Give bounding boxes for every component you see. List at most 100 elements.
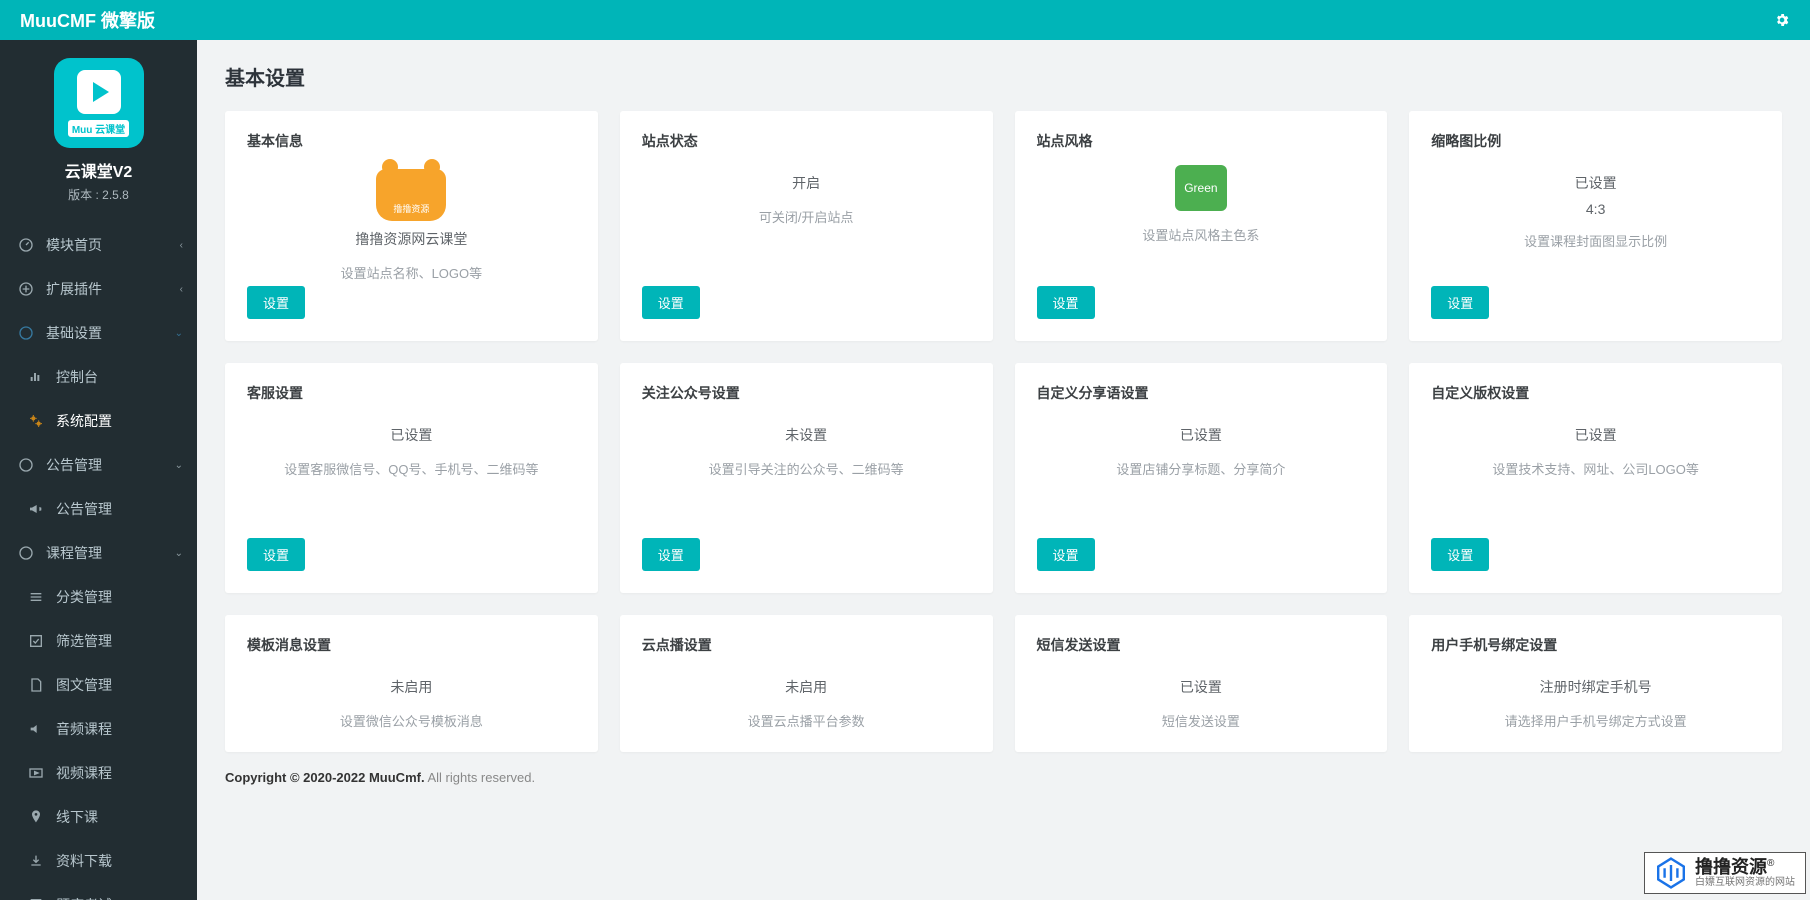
map-pin-icon <box>28 809 44 825</box>
gear-icon[interactable] <box>1774 12 1790 28</box>
app-version: 版本 : 2.5.8 <box>10 186 187 203</box>
dashboard-icon <box>18 237 34 253</box>
chevron-left-icon: ‹ <box>180 284 183 295</box>
circle-icon <box>18 545 34 561</box>
nav-cat-mgr[interactable]: 分类管理 <box>0 575 197 619</box>
brand: MuuCMF 微擎版 <box>20 7 155 33</box>
settings-button[interactable]: 设置 <box>247 286 305 319</box>
nav-notice-mgr-2[interactable]: 公告管理 <box>0 487 197 531</box>
card-title: 站点状态 <box>642 131 971 151</box>
topbar: MuuCMF 微擎版 <box>0 0 1810 40</box>
nav-audio-course[interactable]: 音频课程 <box>0 707 197 751</box>
play-icon <box>77 70 121 114</box>
content: 基本设置 基本信息 撸撸资源 撸撸资源网云课堂 设置站点名称、LOGO等 设置 … <box>197 40 1810 900</box>
footer-copy: Copyright © 2020-2022 MuuCmf. <box>225 770 425 785</box>
settings-button[interactable]: 设置 <box>642 286 700 319</box>
card-line: 未设置 <box>785 425 827 445</box>
chevron-down-icon: ⌄ <box>175 548 183 559</box>
card-line: 已设置 <box>1575 173 1617 193</box>
card-desc: 设置云点播平台参数 <box>748 711 865 730</box>
chevron-left-icon: ‹ <box>180 240 183 251</box>
card-line2: 4:3 <box>1586 201 1605 217</box>
nav-offline[interactable]: 线下课 <box>0 795 197 839</box>
card-line: 开启 <box>792 173 820 193</box>
card-line: 已设置 <box>1575 425 1617 445</box>
sidebar: Muu 云课堂 云课堂V2 版本 : 2.5.8 模块首页‹ 扩展插件‹ 基础设… <box>0 40 197 900</box>
footer-rights: All rights reserved. <box>425 770 536 785</box>
registered-icon: ® <box>1767 858 1774 869</box>
file-icon <box>28 677 44 693</box>
card-desc: 短信发送设置 <box>1162 711 1240 730</box>
nav-module-home[interactable]: 模块首页‹ <box>0 223 197 267</box>
logo-text: Muu 云课堂 <box>68 120 129 137</box>
app-logo: Muu 云课堂 <box>54 58 144 148</box>
chart-icon <box>28 369 44 385</box>
volume-icon <box>28 721 44 737</box>
nav-imgtext-mgr[interactable]: 图文管理 <box>0 663 197 707</box>
card-line: 未启用 <box>390 677 432 697</box>
check-icon <box>28 633 44 649</box>
nav: 模块首页‹ 扩展插件‹ 基础设置⌄ 控制台 系统配置 公告管理⌄ 公告管理 课程… <box>0 223 197 900</box>
card-site-style: 站点风格 Green 设置站点风格主色系 设置 <box>1015 111 1388 341</box>
nav-filter-mgr[interactable]: 筛选管理 <box>0 619 197 663</box>
nav-download[interactable]: 资料下载 <box>0 839 197 883</box>
card-desc: 设置技术支持、网址、公司LOGO等 <box>1492 459 1699 478</box>
settings-button[interactable]: 设置 <box>1431 538 1489 571</box>
bullhorn-icon <box>28 501 44 517</box>
video-icon <box>28 765 44 781</box>
card-support: 客服设置 已设置 设置客服微信号、QQ号、手机号、二维码等 设置 <box>225 363 598 593</box>
chevron-down-icon: ⌄ <box>175 328 183 339</box>
card-thumb-ratio: 缩略图比例 已设置 4:3 设置课程封面图显示比例 设置 <box>1409 111 1782 341</box>
nav-ext-plugin[interactable]: 扩展插件‹ <box>0 267 197 311</box>
card-vod: 云点播设置 未启用 设置云点播平台参数 <box>620 615 993 752</box>
card-title: 云点播设置 <box>642 635 971 655</box>
list-icon <box>28 589 44 605</box>
card-title: 用户手机号绑定设置 <box>1431 635 1760 655</box>
nav-notice-mgr[interactable]: 公告管理⌄ <box>0 443 197 487</box>
card-line: 已设置 <box>1180 425 1222 445</box>
card-title: 缩略图比例 <box>1431 131 1760 151</box>
card-site-status: 站点状态 开启 可关闭/开启站点 设置 <box>620 111 993 341</box>
card-basic-info: 基本信息 撸撸资源 撸撸资源网云课堂 设置站点名称、LOGO等 设置 <box>225 111 598 341</box>
nav-course-mgr[interactable]: 课程管理⌄ <box>0 531 197 575</box>
card-desc: 设置站点风格主色系 <box>1142 225 1259 244</box>
watermark: 撸撸资源 ® 白嫖互联网资源的网站 <box>1644 852 1806 894</box>
chevron-down-icon: ⌄ <box>175 460 183 471</box>
color-swatch: Green <box>1175 165 1227 211</box>
settings-button[interactable]: 设置 <box>642 538 700 571</box>
card-desc: 设置微信公众号模板消息 <box>340 711 483 730</box>
card-desc: 请选择用户手机号绑定方式设置 <box>1505 711 1687 730</box>
watermark-logo-icon <box>1655 857 1687 889</box>
card-line: 已设置 <box>1180 677 1222 697</box>
card-desc: 设置站点名称、LOGO等 <box>341 263 483 282</box>
nav-sys-config[interactable]: 系统配置 <box>0 399 197 443</box>
download-icon <box>28 853 44 869</box>
nav-exam[interactable]: 题库考试 <box>0 883 197 900</box>
card-title: 客服设置 <box>247 383 576 403</box>
card-mp: 关注公众号设置 未设置 设置引导关注的公众号、二维码等 设置 <box>620 363 993 593</box>
card-desc: 设置客服微信号、QQ号、手机号、二维码等 <box>284 459 538 478</box>
card-line: 注册时绑定手机号 <box>1540 677 1652 697</box>
card-line: 未启用 <box>785 677 827 697</box>
card-desc: 可关闭/开启站点 <box>759 207 854 226</box>
watermark-main: 撸撸资源 <box>1695 858 1767 878</box>
settings-button[interactable]: 设置 <box>1037 538 1095 571</box>
card-line: 已设置 <box>390 425 432 445</box>
nav-base-setting[interactable]: 基础设置⌄ <box>0 311 197 355</box>
settings-button[interactable]: 设置 <box>1037 286 1095 319</box>
card-title: 关注公众号设置 <box>642 383 971 403</box>
cogs-icon <box>28 413 44 429</box>
card-line: 撸撸资源网云课堂 <box>355 229 467 249</box>
settings-button[interactable]: 设置 <box>1431 286 1489 319</box>
nav-video-course[interactable]: 视频课程 <box>0 751 197 795</box>
card-desc: 设置引导关注的公众号、二维码等 <box>709 459 904 478</box>
settings-button[interactable]: 设置 <box>247 538 305 571</box>
card-sms: 短信发送设置 已设置 短信发送设置 <box>1015 615 1388 752</box>
card-title: 站点风格 <box>1037 131 1366 151</box>
plugin-icon <box>18 281 34 297</box>
card-title: 基本信息 <box>247 131 576 151</box>
card-title: 短信发送设置 <box>1037 635 1366 655</box>
nav-console[interactable]: 控制台 <box>0 355 197 399</box>
card-desc: 设置课程封面图显示比例 <box>1524 231 1667 250</box>
card-copyright: 自定义版权设置 已设置 设置技术支持、网址、公司LOGO等 设置 <box>1409 363 1782 593</box>
